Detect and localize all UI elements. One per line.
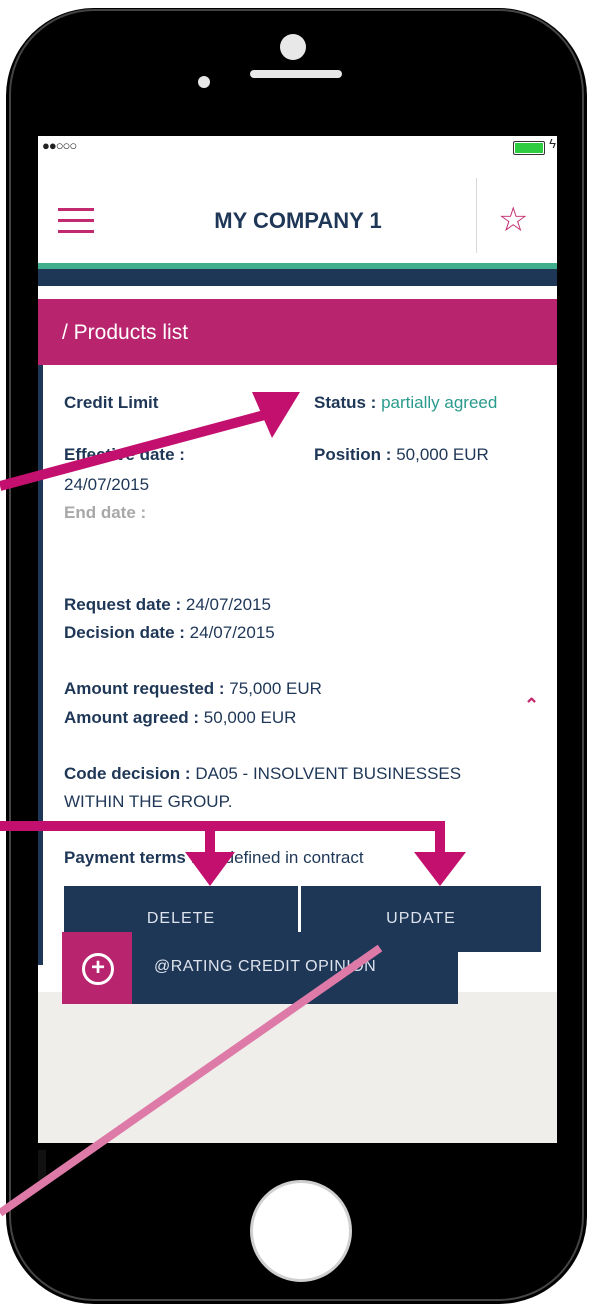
request-value: 24/07/2015 [185,595,271,614]
request-label: Request date : [64,595,182,614]
amount-requested-value: 75,000 EUR [229,679,322,698]
product-name: Credit Limit [64,393,159,412]
end-label: End date : [64,503,147,522]
product-card: Credit Limit Status : partially agreed E… [38,365,557,965]
code-decision-row: Code decision : DA05 - INSOLVENT BUSINES… [64,764,461,784]
code-decision-label: Code decision : [64,764,191,783]
battery-icon [513,141,545,155]
breadcrumb-label: / Products list [62,321,189,344]
footer-panel [38,992,557,1143]
payment-label: Payment terms : [64,848,197,867]
request-row: Request date : 24/07/2015 [64,595,271,615]
code-decision-value-2: WITHIN THE GROUP. [64,792,233,811]
camera [280,34,306,60]
sensor [198,76,210,88]
amount-agreed-label: Amount agreed : [64,708,200,727]
position-label: Position : [314,445,392,464]
amount-requested-row: Amount requested : 75,000 EUR [64,679,322,699]
plus-circle-icon: + [62,932,132,1004]
header-divider [476,178,477,253]
rating-label: @RATING CREDIT OPINION [154,958,377,975]
star-icon[interactable]: ☆ [498,200,528,240]
amount-agreed-value: 50,000 EUR [203,708,297,727]
effective-value: 24/07/2015 [64,475,150,494]
effective-label: Effective date : [64,445,185,464]
app-header: MY COMPANY 1 ☆ [38,178,557,258]
code-decision-value: DA05 - INSOLVENT BUSINESSES [195,764,462,783]
signal-indicator: ●●○○○ [42,138,77,153]
decision-label: Decision date : [64,623,185,642]
breadcrumb: / Products list [38,299,557,365]
position-value: 50,000 EUR [396,445,489,464]
payment-row: Payment terms : As defined in contract [64,848,364,868]
card-edge [38,365,43,965]
amount-requested-label: Amount requested : [64,679,225,698]
payment-value: As defined in contract [200,848,364,867]
speaker-grill [250,70,342,78]
status-bar: ●●○○○ ϟ [38,136,557,158]
position-row: Position : 50,000 EUR [314,445,489,465]
decision-value: 24/07/2015 [189,623,275,642]
status-row: Status : partially agreed [314,393,497,413]
amount-agreed-row: Amount agreed : 50,000 EUR [64,708,296,728]
status-label: Status : [314,393,377,412]
home-button[interactable] [250,1180,352,1282]
header-band [38,269,557,286]
status-value: partially agreed [381,393,498,412]
bolt-icon: ϟ [549,136,556,151]
decision-row: Decision date : 24/07/2015 [64,623,275,643]
page-title: MY COMPANY 1 [214,208,382,233]
rating-credit-opinion-button[interactable]: + @RATING CREDIT OPINION [62,932,458,1004]
hamburger-icon[interactable] [58,208,94,234]
chevron-up-icon[interactable]: ⌃ [524,695,539,716]
